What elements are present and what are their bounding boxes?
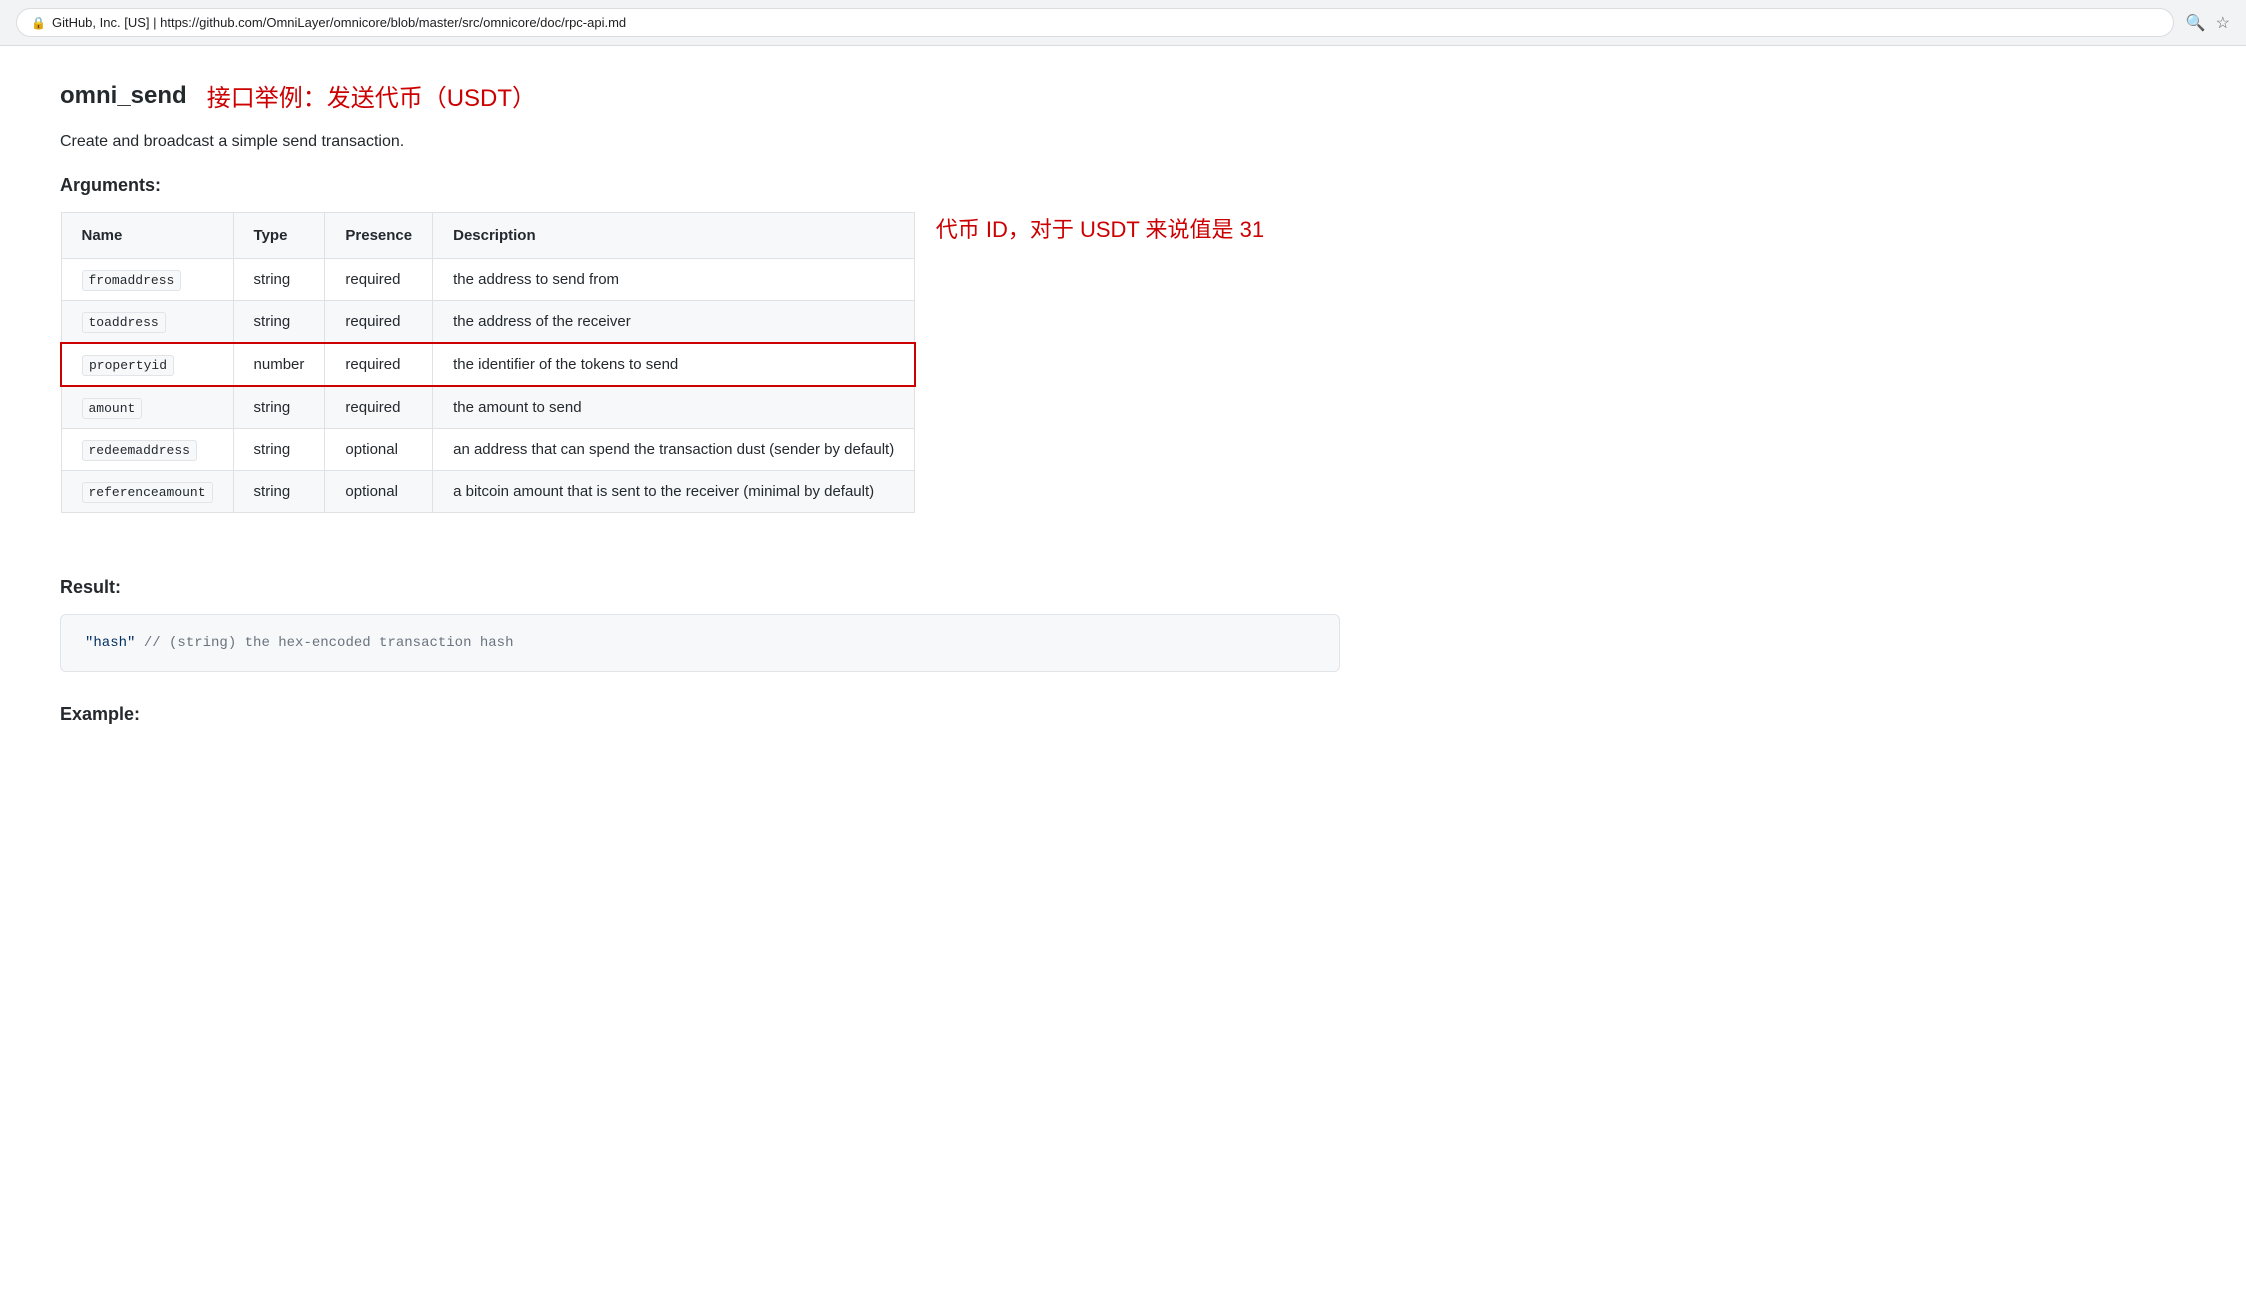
- table-header-row: Name Type Presence Description: [61, 213, 915, 259]
- table-row: redeemaddress string optional an address…: [61, 429, 915, 471]
- lock-icon: 🔒: [31, 16, 46, 30]
- propertyid-annotation: 代币 ID，对于 USDT 来说值是 31: [916, 212, 1264, 244]
- example-heading: Example:: [60, 704, 1340, 725]
- param-name: amount: [82, 398, 143, 419]
- cell-name: propertyid: [61, 343, 233, 386]
- cell-presence: required: [325, 386, 433, 429]
- url-full: https://github.com/OmniLayer/omnicore/bl…: [160, 15, 626, 30]
- cell-type: number: [233, 343, 325, 386]
- annotation-text: 代币 ID，对于 USDT 来说值是 31: [936, 212, 1264, 244]
- result-code-block: "hash" // (string) the hex-encoded trans…: [60, 614, 1340, 672]
- page-title-row: omni_send 接口举例：发送代币（USDT）: [60, 78, 1340, 113]
- cell-name: toaddress: [61, 301, 233, 344]
- cell-name: fromaddress: [61, 259, 233, 301]
- cell-type: string: [233, 301, 325, 344]
- cell-presence: optional: [325, 471, 433, 513]
- title-annotation: 接口举例：发送代币（USDT）: [207, 78, 536, 113]
- page-description: Create and broadcast a simple send trans…: [60, 133, 1340, 151]
- param-name: referenceamount: [82, 482, 213, 503]
- col-header-presence: Presence: [325, 213, 433, 259]
- cell-description: a bitcoin amount that is sent to the rec…: [433, 471, 915, 513]
- arguments-table: Name Type Presence Description fromaddre…: [60, 212, 916, 513]
- table-row: amount string required the amount to sen…: [61, 386, 915, 429]
- col-header-type: Type: [233, 213, 325, 259]
- param-name: redeemaddress: [82, 440, 197, 461]
- cell-presence: optional: [325, 429, 433, 471]
- cell-type: string: [233, 429, 325, 471]
- cell-name: amount: [61, 386, 233, 429]
- cell-description: the address to send from: [433, 259, 915, 301]
- cell-presence: required: [325, 259, 433, 301]
- address-bar[interactable]: 🔒 GitHub, Inc. [US] | https://github.com…: [16, 8, 2174, 37]
- table-with-annotation: Name Type Presence Description fromaddre…: [60, 212, 1340, 545]
- result-heading: Result:: [60, 577, 1340, 598]
- cell-description: the amount to send: [433, 386, 915, 429]
- cell-name: redeemaddress: [61, 429, 233, 471]
- search-icon[interactable]: 🔍: [2186, 13, 2206, 33]
- url-host: GitHub, Inc. [US]: [52, 15, 150, 30]
- cell-presence: required: [325, 301, 433, 344]
- cell-presence: required: [325, 343, 433, 386]
- table-row: toaddress string required the address of…: [61, 301, 915, 344]
- cell-type: string: [233, 386, 325, 429]
- browser-actions: 🔍 ☆: [2186, 13, 2230, 33]
- table-row: fromaddress string required the address …: [61, 259, 915, 301]
- cell-description: an address that can spend the transactio…: [433, 429, 915, 471]
- result-comment: // (string) the hex-encoded transaction …: [135, 635, 513, 651]
- cell-name: referenceamount: [61, 471, 233, 513]
- cell-description: the address of the receiver: [433, 301, 915, 344]
- arguments-section: Arguments: Name Type Presence Descriptio…: [60, 175, 1340, 545]
- example-section: Example:: [60, 704, 1340, 725]
- bookmark-icon[interactable]: ☆: [2216, 13, 2230, 33]
- col-header-description: Description: [433, 213, 915, 259]
- table-row: referenceamount string optional a bitcoi…: [61, 471, 915, 513]
- browser-chrome: 🔒 GitHub, Inc. [US] | https://github.com…: [0, 0, 2246, 46]
- highlighted-table-row: propertyid number required the identifie…: [61, 343, 915, 386]
- param-name: propertyid: [82, 355, 174, 376]
- table-container: Name Type Presence Description fromaddre…: [60, 212, 916, 545]
- cell-type: string: [233, 471, 325, 513]
- result-section: Result: "hash" // (string) the hex-encod…: [60, 577, 1340, 672]
- page-content: omni_send 接口举例：发送代币（USDT） Create and bro…: [0, 46, 1400, 789]
- param-name: fromaddress: [82, 270, 182, 291]
- param-name: toaddress: [82, 312, 166, 333]
- url-text: GitHub, Inc. [US] | https://github.com/O…: [52, 15, 626, 30]
- col-header-name: Name: [61, 213, 233, 259]
- cell-description: the identifier of the tokens to send: [433, 343, 915, 386]
- arguments-heading: Arguments:: [60, 175, 1340, 196]
- function-name: omni_send: [60, 82, 187, 110]
- cell-type: string: [233, 259, 325, 301]
- result-string: "hash": [85, 635, 135, 651]
